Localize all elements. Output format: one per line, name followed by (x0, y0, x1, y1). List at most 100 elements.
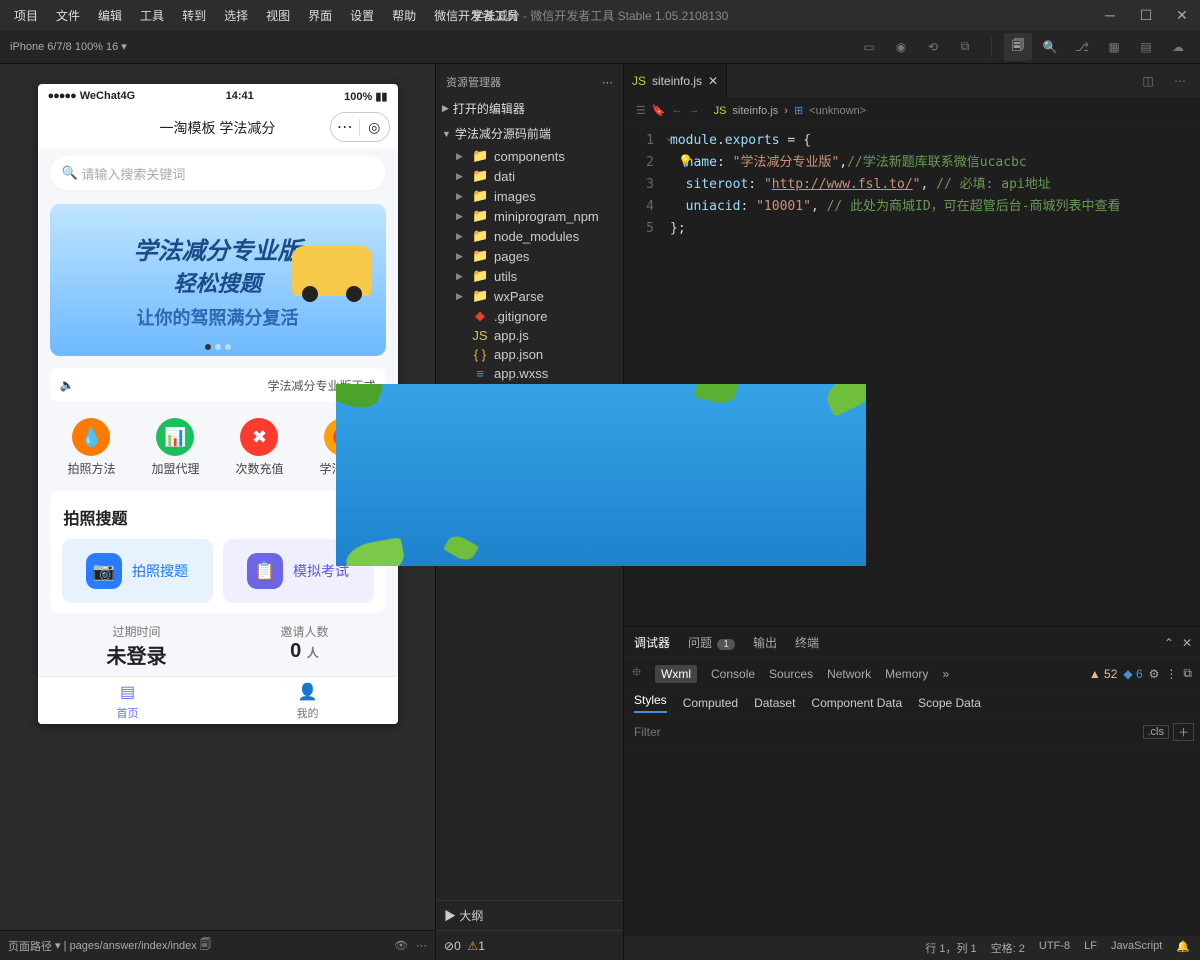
devtools-panel: 调试器 问题 1 输出 终端 ⌃ ✕ ⯐ Wxml Console Sources… (624, 626, 1200, 936)
eye-icon[interactable]: 👁 (394, 939, 408, 952)
outline-section[interactable]: ▶ 大纲 (436, 900, 623, 930)
menu-文件[interactable]: 文件 (48, 3, 88, 28)
tab-component-data[interactable]: Component Data (811, 696, 902, 710)
menu-选择[interactable]: 选择 (216, 3, 256, 28)
tab-debugger[interactable]: 调试器 (632, 630, 672, 655)
file-images[interactable]: ▶📁images (436, 186, 623, 206)
explorer-more-icon[interactable]: ⋯ (602, 76, 613, 89)
file-pages[interactable]: ▶📁pages (436, 246, 623, 266)
menu-编辑[interactable]: 编辑 (90, 3, 130, 28)
overlay-banner (336, 384, 866, 566)
grid-icon[interactable]: ▦ (1100, 33, 1128, 61)
file-app.js[interactable]: JSapp.js (436, 326, 623, 345)
close-button[interactable]: ✕ (1164, 0, 1200, 30)
language[interactable]: JavaScript (1111, 940, 1162, 956)
file-utils[interactable]: ▶📁utils (436, 266, 623, 286)
tab-styles[interactable]: Styles (634, 693, 667, 713)
menu-工具[interactable]: 工具 (132, 3, 172, 28)
search-input[interactable]: 🔍 请输入搜索关键词 (50, 156, 386, 190)
menu-项目[interactable]: 项目 (6, 3, 46, 28)
banner[interactable]: 学法减分专业版 轻松搜题 让你的驾照满分复活 (50, 204, 386, 356)
filter-input[interactable] (630, 721, 1139, 743)
fold-icon[interactable]: ⌄ (666, 132, 672, 143)
breadcrumb[interactable]: ☰🔖←→ JS siteinfo.js › ⊞ <unknown> (624, 98, 1200, 124)
cursor-pos[interactable]: 行 1，列 1 (925, 940, 976, 956)
search-icon[interactable]: 🔍 (1036, 33, 1064, 61)
editor-tab-siteinfo[interactable]: JS siteinfo.js ✕ (624, 64, 727, 98)
indent[interactable]: 空格: 2 (991, 940, 1025, 956)
maximize-button[interactable]: ☐ (1128, 0, 1164, 30)
gear-icon[interactable]: ⚙ (1149, 667, 1160, 681)
file-miniprogram_npm[interactable]: ▶📁miniprogram_npm (436, 206, 623, 226)
grid-item[interactable]: 📊加盟代理 (151, 418, 199, 477)
capsule-button[interactable]: ⋯ ◎ (330, 112, 390, 142)
panel-icon[interactable]: ▤ (1132, 33, 1160, 61)
tab-dataset[interactable]: Dataset (754, 696, 795, 710)
git-icon[interactable]: ⎇ (1068, 33, 1096, 61)
inspect-icon[interactable]: ⯐ (632, 663, 641, 684)
phone-icon[interactable]: ▭ (855, 33, 883, 61)
tab-me[interactable]: 👤我的 (297, 681, 319, 721)
file-node_modules[interactable]: ▶📁node_modules (436, 226, 623, 246)
close-panel-icon[interactable]: ✕ (1182, 636, 1192, 650)
tab-problems[interactable]: 问题 1 (686, 630, 737, 655)
forward-icon[interactable]: → (689, 104, 700, 117)
tab-console[interactable]: Console (711, 667, 755, 681)
more-icon[interactable]: ⋯ (416, 939, 427, 952)
detach-icon[interactable]: ⧉ (951, 33, 979, 61)
capsule-more-icon[interactable]: ⋯ (331, 117, 360, 137)
split-editor-icon[interactable]: ◫ (1134, 67, 1162, 95)
grid-item[interactable]: 💧拍照方法 (67, 418, 115, 477)
file-app.wxss[interactable]: ≡app.wxss (436, 364, 623, 383)
eol[interactable]: LF (1084, 940, 1097, 956)
menu-转到[interactable]: 转到 (174, 3, 214, 28)
main-menu: 项目文件编辑工具转到选择视图界面设置帮助微信开发者工具 (0, 3, 526, 28)
menu-设置[interactable]: 设置 (342, 3, 382, 28)
bookmark-icon[interactable]: 🔖 (652, 104, 666, 117)
menu-帮助[interactable]: 帮助 (384, 3, 424, 28)
editor-more-icon[interactable]: ⋯ (1166, 67, 1194, 95)
tab-wxml[interactable]: Wxml (655, 665, 697, 683)
tab-output[interactable]: 输出 (751, 630, 779, 655)
list-icon[interactable]: ☰ (636, 104, 646, 117)
open-editors-section[interactable]: ▶打开的编辑器 (436, 96, 623, 121)
file-.gitignore[interactable]: ◆.gitignore (436, 306, 623, 326)
problems-footer[interactable]: ⊘ 0 ⚠ 1 (436, 930, 623, 960)
device-selector[interactable]: iPhone 6/7/8 100% 16 ▾ (0, 40, 137, 53)
lightbulb-icon[interactable]: 💡 (678, 154, 693, 168)
file-components[interactable]: ▶📁components (436, 146, 623, 166)
file-dati[interactable]: ▶📁dati (436, 166, 623, 186)
more-tabs-icon[interactable]: » (942, 667, 949, 681)
cls-toggle[interactable]: .cls (1143, 725, 1170, 739)
tab-home[interactable]: ▤首页 (117, 681, 139, 721)
add-style-icon[interactable]: ＋ (1173, 723, 1194, 741)
grid-item[interactable]: ✖次数充值 (235, 418, 283, 477)
tab-terminal[interactable]: 终端 (793, 630, 821, 655)
back-icon[interactable]: ← (672, 104, 683, 117)
encoding[interactable]: UTF-8 (1039, 940, 1070, 956)
project-root[interactable]: ▼学法减分源码前端 (436, 121, 623, 146)
menu-视图[interactable]: 视图 (258, 3, 298, 28)
collapse-icon[interactable]: ⌃ (1164, 636, 1174, 650)
tab-memory[interactable]: Memory (885, 667, 928, 681)
explorer-icon[interactable]: 🗐 (1004, 33, 1032, 61)
tab-computed[interactable]: Computed (683, 696, 738, 710)
tab-sources[interactable]: Sources (769, 667, 813, 681)
grid-icon: ✖ (240, 418, 278, 456)
close-tab-icon[interactable]: ✕ (708, 74, 718, 88)
capsule-close-icon[interactable]: ◎ (359, 119, 389, 136)
menu-界面[interactable]: 界面 (300, 3, 340, 28)
dock-icon[interactable]: ⧉ (1183, 666, 1192, 681)
mute-icon[interactable]: ⟲ (919, 33, 947, 61)
record-icon[interactable]: ◉ (887, 33, 915, 61)
file-app.json[interactable]: { }app.json (436, 345, 623, 364)
bell-icon[interactable]: 🔔 (1176, 940, 1190, 956)
cloud-icon[interactable]: ☁ (1164, 33, 1192, 61)
photo-search-button[interactable]: 📷 拍照搜题 (62, 539, 213, 603)
tab-network[interactable]: Network (827, 667, 871, 681)
page-path[interactable]: pages/answer/index/index (70, 940, 197, 952)
tab-scope-data[interactable]: Scope Data (918, 696, 981, 710)
kebab-icon[interactable]: ⋮ (1165, 667, 1177, 681)
file-wxParse[interactable]: ▶📁wxParse (436, 286, 623, 306)
minimize-button[interactable]: ─ (1092, 0, 1128, 30)
